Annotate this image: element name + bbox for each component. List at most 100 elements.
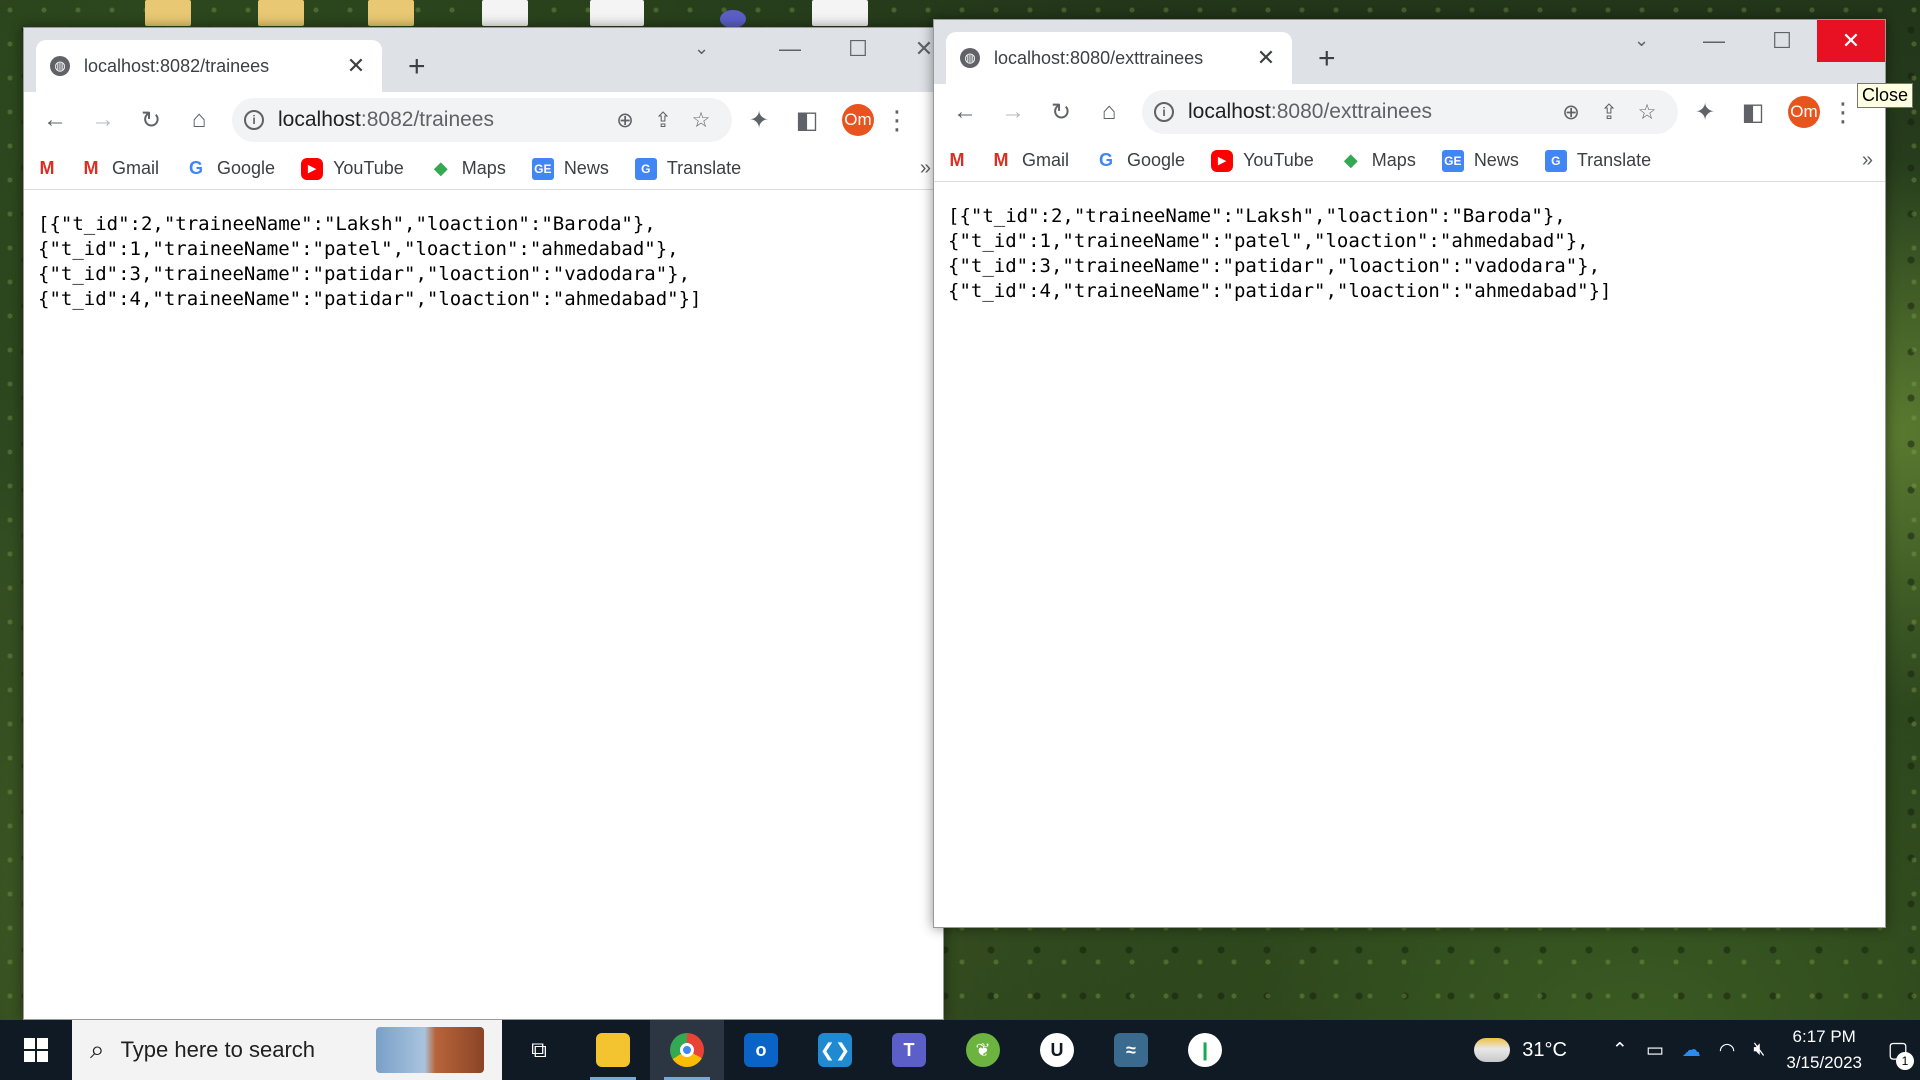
back-button[interactable]: ← (944, 91, 986, 133)
close-window-button[interactable]: ✕ (1817, 20, 1885, 62)
bookmark-star-icon[interactable]: ☆ (682, 108, 720, 133)
site-info-icon[interactable]: i (1154, 102, 1174, 122)
vscode-button[interactable]: ❮❯ (798, 1020, 872, 1080)
battery-icon[interactable]: ▭ (1646, 1039, 1664, 1062)
minimize-button[interactable]: — (1680, 20, 1748, 62)
task-view-button[interactable]: ⧉ (502, 1020, 576, 1080)
url-text[interactable]: localhost:8080/exttrainees (1188, 100, 1552, 124)
taskbar-search[interactable]: ⌕ Type here to search (72, 1020, 502, 1080)
bookmark-gmail-icon-only[interactable]: M (36, 158, 68, 180)
profile-avatar[interactable]: Om (842, 104, 874, 136)
bookmark-youtube[interactable]: ▶ YouTube (1211, 149, 1314, 172)
url-text[interactable]: localhost:8082/trainees (278, 108, 606, 132)
file-explorer-button[interactable] (576, 1020, 650, 1080)
desktop-icon-file[interactable] (812, 0, 868, 26)
bookmark-google[interactable]: G Google (185, 158, 275, 180)
json-line: {"t_id":1,"traineeName":"patel","loactio… (948, 230, 1589, 252)
close-tab-icon[interactable]: ✕ (344, 53, 368, 79)
side-panel-icon[interactable]: ◧ (1732, 91, 1774, 133)
tab-search-chevron-icon[interactable]: ⌄ (694, 38, 709, 59)
reload-button[interactable]: ↻ (1040, 91, 1082, 133)
outlook-button[interactable]: o (724, 1020, 798, 1080)
share-icon[interactable]: ⇪ (1590, 100, 1628, 125)
new-tab-button[interactable]: + (1318, 44, 1336, 74)
bookmark-news[interactable]: GE News (1441, 149, 1519, 172)
desktop-icon-folder[interactable] (145, 0, 191, 26)
home-button[interactable]: ⌂ (178, 99, 220, 141)
speaker-muted-icon[interactable]: 🔇︎ (1753, 1039, 1765, 1061)
desktop-icon-folder[interactable] (368, 0, 414, 26)
extensions-puzzle-icon[interactable]: ✦ (738, 99, 780, 141)
desktop-icon-file[interactable] (590, 0, 644, 26)
more-bookmarks-icon[interactable]: » (1862, 149, 1873, 172)
start-button[interactable] (0, 1020, 72, 1080)
weather-widget[interactable]: 31°C (1474, 1038, 1567, 1062)
maps-icon: ◆ (1343, 150, 1358, 170)
address-bar[interactable]: i localhost:8080/exttrainees ⊕ ⇪ ☆ (1142, 90, 1678, 134)
bookmark-gmail-icon-only[interactable]: M (946, 150, 978, 172)
address-bar[interactable]: i localhost:8082/trainees ⊕ ⇪ ☆ (232, 98, 732, 142)
search-highlight-image[interactable] (376, 1027, 484, 1073)
udemy-button[interactable]: U (1020, 1020, 1094, 1080)
forward-button[interactable]: → (992, 91, 1034, 133)
maximize-button[interactable]: ☐ (1748, 20, 1816, 62)
notification-center-button[interactable]: ▢ 1 (1876, 1020, 1920, 1080)
zoom-icon[interactable]: ⊕ (1552, 100, 1590, 125)
bookmark-translate[interactable]: G Translate (634, 157, 741, 180)
desktop-icon-folder[interactable] (258, 0, 304, 26)
bookmark-gmail[interactable]: M Gmail (80, 158, 160, 180)
forward-button[interactable]: → (82, 99, 124, 141)
maximize-button[interactable]: ☐ (824, 28, 892, 70)
home-button[interactable]: ⌂ (1088, 91, 1130, 133)
tab-search-chevron-icon[interactable]: ⌄ (1634, 30, 1649, 51)
share-icon[interactable]: ⇪ (644, 108, 682, 133)
desktop-icon-file[interactable] (482, 0, 528, 26)
clock-date: 3/15/2023 (1786, 1053, 1862, 1072)
mysql-workbench-button[interactable]: ≈ (1094, 1020, 1168, 1080)
chevron-up-icon[interactable]: ⌃ (1612, 1039, 1628, 1062)
bookmark-google[interactable]: G Google (1095, 150, 1185, 172)
mongodb-leaf-icon: ❙ (1188, 1033, 1222, 1067)
json-line: [{"t_id":2,"traineeName":"Laksh","loacti… (38, 213, 656, 235)
menu-kebab-icon[interactable]: ⋮ (882, 105, 912, 136)
onedrive-cloud-icon[interactable]: ☁ (1682, 1039, 1701, 1062)
bookmark-maps[interactable]: ◆ Maps (1340, 150, 1416, 172)
bookmark-star-icon[interactable]: ☆ (1628, 100, 1666, 125)
wifi-icon[interactable]: ◠ (1719, 1039, 1736, 1062)
bookmark-gmail[interactable]: M Gmail (990, 150, 1070, 172)
site-info-icon[interactable]: i (244, 110, 264, 130)
minimize-button[interactable]: — (756, 28, 824, 70)
json-line: {"t_id":4,"traineeName":"patidar","loact… (38, 288, 702, 310)
side-panel-icon[interactable]: ◧ (786, 99, 828, 141)
menu-kebab-icon[interactable]: ⋮ (1828, 97, 1858, 128)
bookmark-maps[interactable]: ◆ Maps (430, 158, 506, 180)
extensions-puzzle-icon[interactable]: ✦ (1684, 91, 1726, 133)
bookmark-youtube[interactable]: ▶ YouTube (301, 157, 404, 180)
maps-icon: ◆ (433, 158, 448, 178)
back-button[interactable]: ← (34, 99, 76, 141)
new-tab-button[interactable]: + (408, 52, 426, 82)
outlook-icon: o (744, 1033, 778, 1067)
mongodb-compass-button[interactable]: ❙ (1168, 1020, 1242, 1080)
translate-icon: G (1544, 149, 1567, 172)
bookmarks-bar: M M Gmail G Google ▶ YouTube ◆ Maps GE News G… (24, 148, 943, 190)
json-line: {"t_id":3,"traineeName":"patidar","loact… (948, 255, 1601, 277)
teams-button[interactable]: T (872, 1020, 946, 1080)
chrome-button[interactable] (650, 1020, 724, 1080)
close-tab-icon[interactable]: ✕ (1254, 45, 1278, 71)
more-bookmarks-icon[interactable]: » (920, 157, 931, 180)
zoom-icon[interactable]: ⊕ (606, 108, 644, 133)
reload-button[interactable]: ↻ (130, 99, 172, 141)
page-content: [{"t_id":2,"traineeName":"Laksh","loacti… (934, 182, 1885, 326)
news-icon: GE (1441, 149, 1464, 172)
desktop-icon-teams[interactable] (720, 10, 746, 28)
globe-icon: ◍ (50, 56, 70, 76)
tab-trainees[interactable]: ◍ localhost:8082/trainees ✕ (36, 40, 382, 92)
clock[interactable]: 6:17 PM 3/15/2023 (1786, 1024, 1862, 1076)
profile-avatar[interactable]: Om (1788, 96, 1820, 128)
bookmark-translate[interactable]: G Translate (1544, 149, 1651, 172)
spring-tool-suite-button[interactable]: ❦ (946, 1020, 1020, 1080)
tab-exttrainees[interactable]: ◍ localhost:8080/exttrainees ✕ (946, 32, 1292, 84)
taskbar: ⌕ Type here to search ⧉ o ❮❯ T ❦ U ≈ ❙ 3… (0, 1020, 1920, 1080)
bookmark-news[interactable]: GE News (531, 157, 609, 180)
